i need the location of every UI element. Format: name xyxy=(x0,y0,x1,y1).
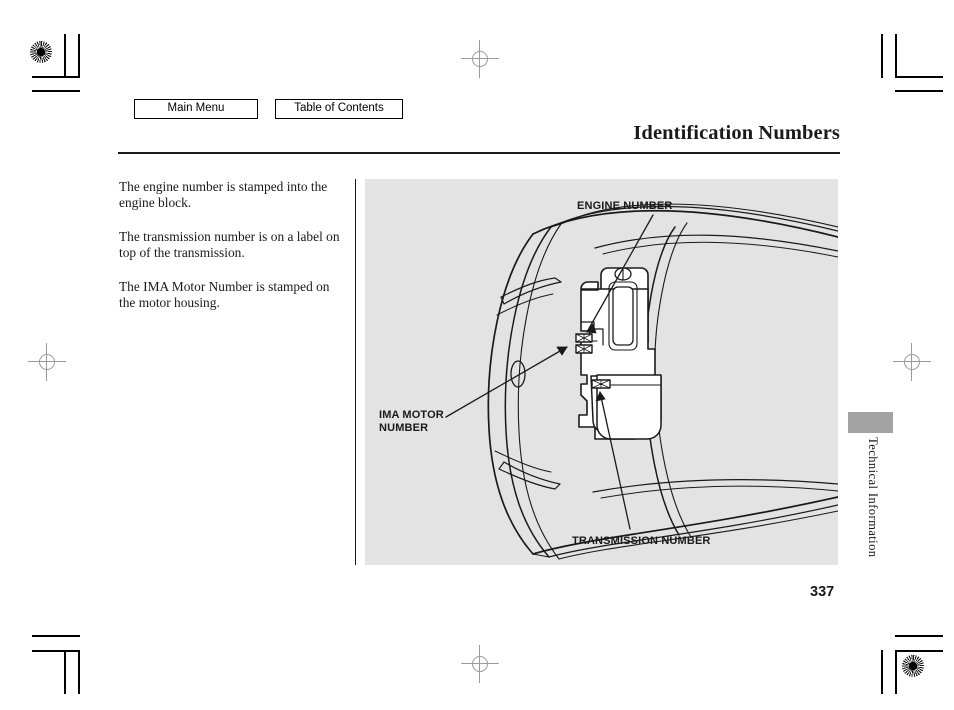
section-thumb-tab xyxy=(848,412,893,433)
crop-mark-top-right-v2 xyxy=(881,34,883,78)
main-menu-button[interactable]: Main Menu xyxy=(134,99,258,119)
crop-mark-bottom-right-h xyxy=(895,635,943,637)
crop-mark-top-left-v xyxy=(78,34,80,78)
crop-mark-top-left-h2 xyxy=(32,76,80,78)
crop-mark-bottom-left-v2 xyxy=(64,650,66,694)
registration-rosette-bottom-right xyxy=(902,655,924,677)
crop-mark-top-right-v xyxy=(895,34,897,78)
crop-mark-top-right-h xyxy=(895,76,943,78)
crop-mark-bottom-left-h2 xyxy=(32,650,80,652)
crosshair-mark-top xyxy=(461,40,499,78)
crosshair-mark-bottom xyxy=(461,645,499,683)
crop-mark-top-left-v2 xyxy=(64,34,66,78)
paragraph-transmission-number: The transmission number is on a label on… xyxy=(119,228,340,261)
page-number: 337 xyxy=(810,584,835,600)
engine-compartment-illustration: ENGINE NUMBER IMA MOTOR NUMBER TRANSMISS… xyxy=(365,179,838,565)
crop-mark-bottom-right-v2 xyxy=(895,650,897,694)
column-divider xyxy=(355,179,357,565)
paragraph-engine-number: The engine number is stamped into the en… xyxy=(119,179,328,211)
crop-mark-bottom-left-v xyxy=(78,650,80,694)
title-divider-rule xyxy=(118,152,840,154)
page-title: Identification Numbers xyxy=(633,122,840,144)
crop-mark-top-right-h2 xyxy=(895,90,943,92)
crosshair-mark-left xyxy=(28,343,66,381)
crop-mark-bottom-left-h xyxy=(32,635,80,637)
illustration-vector xyxy=(445,203,838,560)
paragraph-ima-motor-number: The IMA Motor Number is stamped on the m… xyxy=(119,278,330,311)
figure-label-transmission-number: TRANSMISSION NUMBER xyxy=(572,535,711,547)
table-of-contents-button[interactable]: Table of Contents xyxy=(275,99,403,119)
crosshair-mark-right xyxy=(893,343,931,381)
crop-mark-bottom-right-h2 xyxy=(895,650,943,652)
figure-label-ima-motor-number: IMA MOTOR NUMBER xyxy=(379,409,444,434)
section-tab-label: Technical Information xyxy=(866,437,880,558)
body-text-column: The engine number is stamped into the en… xyxy=(119,179,347,328)
figure-label-engine-number: ENGINE NUMBER xyxy=(577,200,673,212)
registration-rosette-top-left xyxy=(30,41,52,63)
crop-mark-bottom-right-v xyxy=(881,650,883,694)
navigation-bar: Main Menu Table of Contents xyxy=(134,99,403,119)
crop-mark-top-left-h xyxy=(32,90,80,92)
